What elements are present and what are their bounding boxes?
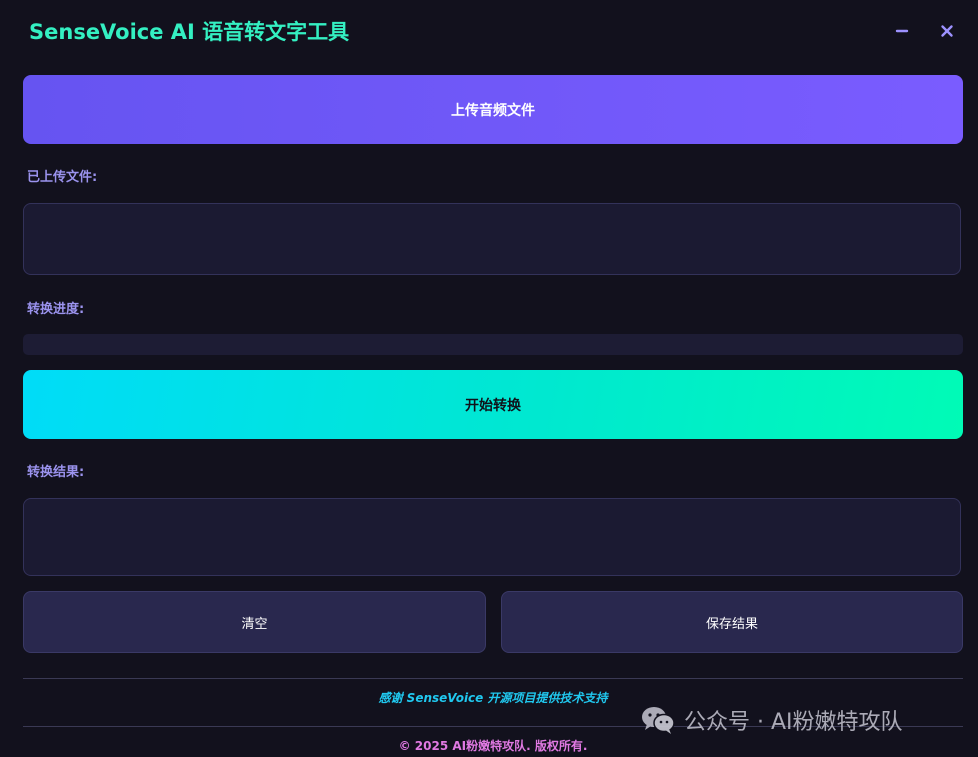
progress-label: 转换进度: [27, 302, 85, 317]
upload-audio-button[interactable]: 上传音频文件 [23, 75, 963, 144]
title-bar: SenseVoice AI 语音转文字工具 [0, 0, 978, 62]
footer-divider-top [23, 678, 963, 679]
minimize-icon [895, 29, 909, 33]
watermark: 公众号 · AI粉嫩特攻队 [640, 704, 903, 736]
close-icon [941, 25, 953, 37]
app-window: SenseVoice AI 语音转文字工具 上传音频文件 已上传文件: 转换进度… [0, 0, 978, 757]
result-text-area[interactable] [23, 498, 961, 576]
watermark-text: 公众号 · AI粉嫩特攻队 [684, 710, 903, 735]
clear-button[interactable]: 清空 [23, 591, 486, 653]
uploaded-files-label: 已上传文件: [27, 170, 98, 185]
app-title: SenseVoice AI 语音转文字工具 [29, 20, 350, 44]
result-label: 转换结果: [27, 465, 85, 480]
uploaded-files-field[interactable] [23, 203, 961, 275]
copyright-text: © 2025 AI粉嫩特攻队. 版权所有. [398, 739, 588, 753]
conversion-progress-bar [23, 334, 963, 355]
close-button[interactable] [934, 18, 960, 44]
wechat-icon [642, 707, 675, 734]
start-convert-button[interactable]: 开始转换 [23, 370, 963, 439]
minimize-button[interactable] [889, 18, 915, 44]
save-result-button[interactable]: 保存结果 [501, 591, 963, 653]
